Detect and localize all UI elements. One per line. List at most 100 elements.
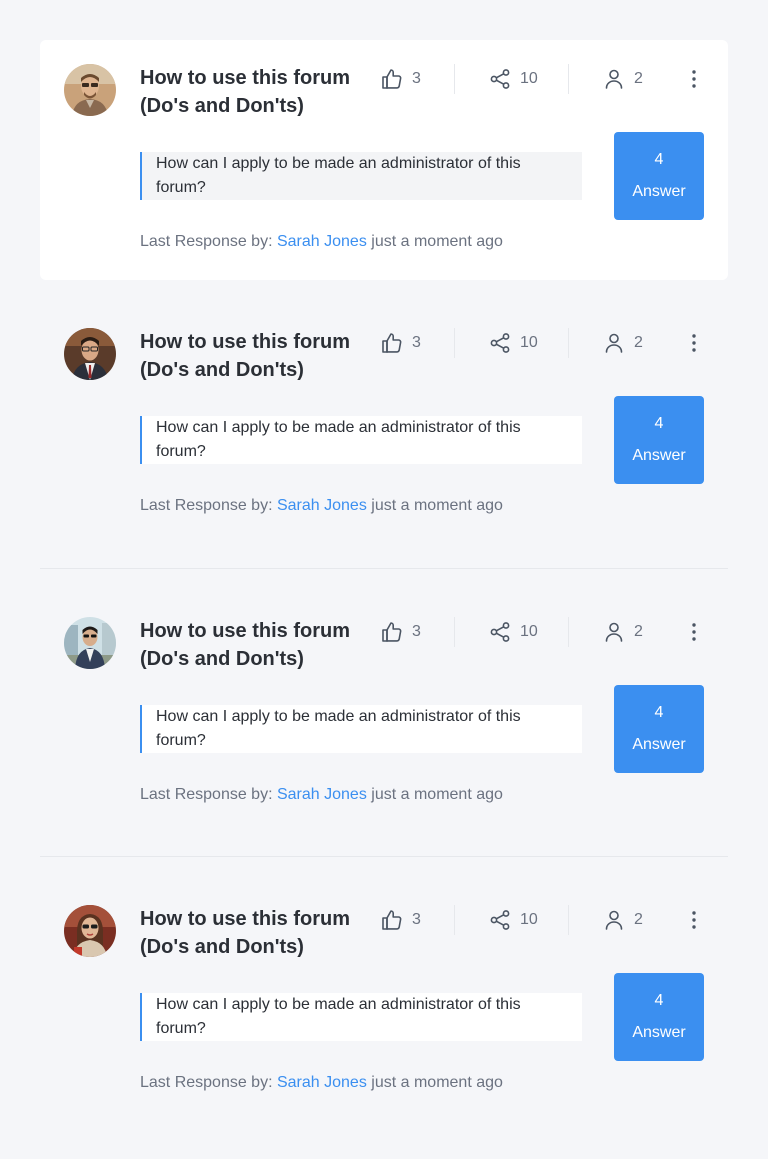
share-stat[interactable]: 10: [488, 64, 538, 94]
like-count: 3: [412, 911, 421, 928]
last-response: Last Response by: Sarah Jones just a mom…: [140, 786, 503, 804]
answer-button[interactable]: 4 Answer: [614, 973, 704, 1061]
forum-post-card[interactable]: How to use this forum (Do's and Don'ts) …: [40, 40, 728, 280]
post-title-line: (Do's and Don'ts): [140, 648, 304, 670]
post-excerpt: How can I apply to be made an administra…: [140, 152, 582, 200]
like-stat[interactable]: 3: [380, 64, 421, 94]
forum-post-card[interactable]: How to use this forum (Do's and Don'ts) …: [40, 593, 728, 833]
participants-stat[interactable]: 2: [602, 617, 643, 647]
share-count: 10: [520, 70, 538, 87]
stat-divider: [568, 64, 569, 94]
answer-label: Answer: [632, 736, 686, 753]
participants-stat[interactable]: 2: [602, 905, 643, 935]
more-options-button[interactable]: [682, 67, 706, 91]
post-excerpt: How can I apply to be made an administra…: [140, 416, 582, 464]
thumbs-up-icon: [380, 67, 404, 91]
share-count: 10: [520, 334, 538, 351]
post-title-line: How to use this forum: [140, 620, 350, 642]
like-stat[interactable]: 3: [380, 617, 421, 647]
last-response-author-link[interactable]: Sarah Jones: [277, 786, 367, 803]
post-title-line: (Do's and Don'ts): [140, 936, 304, 958]
more-vertical-icon: [692, 911, 696, 929]
share-icon: [488, 67, 512, 91]
participant-count: 2: [634, 623, 643, 640]
more-vertical-icon: [692, 70, 696, 88]
last-response-time: just a moment ago: [371, 233, 503, 250]
answer-button[interactable]: 4 Answer: [614, 396, 704, 484]
more-vertical-icon: [692, 623, 696, 641]
thumbs-up-icon: [380, 620, 404, 644]
answer-label: Answer: [632, 183, 686, 200]
more-options-button[interactable]: [682, 620, 706, 644]
last-response-prefix: Last Response by:: [140, 497, 273, 514]
participant-count: 2: [634, 911, 643, 928]
last-response-time: just a moment ago: [371, 786, 503, 803]
thumbs-up-icon: [380, 908, 404, 932]
stat-divider: [454, 617, 455, 647]
post-title-line: (Do's and Don'ts): [140, 359, 304, 381]
answer-count: 4: [654, 704, 664, 721]
last-response: Last Response by: Sarah Jones just a mom…: [140, 1074, 503, 1092]
participant-count: 2: [634, 70, 643, 87]
post-divider: [40, 856, 728, 857]
last-response-time: just a moment ago: [371, 1074, 503, 1091]
like-count: 3: [412, 623, 421, 640]
last-response-time: just a moment ago: [371, 497, 503, 514]
last-response-author-link[interactable]: Sarah Jones: [277, 497, 367, 514]
more-options-button[interactable]: [682, 331, 706, 355]
post-title-line: How to use this forum: [140, 908, 350, 930]
share-icon: [488, 908, 512, 932]
user-icon: [602, 67, 626, 91]
share-count: 10: [520, 623, 538, 640]
post-excerpt: How can I apply to be made an administra…: [140, 705, 582, 753]
share-count: 10: [520, 911, 538, 928]
avatar[interactable]: [64, 328, 116, 380]
last-response-prefix: Last Response by:: [140, 233, 273, 250]
more-vertical-icon: [692, 334, 696, 352]
post-title-line: (Do's and Don'ts): [140, 95, 304, 117]
last-response: Last Response by: Sarah Jones just a mom…: [140, 497, 503, 515]
like-stat[interactable]: 3: [380, 328, 421, 358]
more-options-button[interactable]: [682, 908, 706, 932]
forum-post-card[interactable]: How to use this forum (Do's and Don'ts) …: [40, 304, 728, 544]
post-title[interactable]: How to use this forum (Do's and Don'ts): [140, 617, 370, 673]
post-title-line: How to use this forum: [140, 331, 350, 353]
like-count: 3: [412, 70, 421, 87]
answer-button[interactable]: 4 Answer: [614, 685, 704, 773]
forum-post-card[interactable]: How to use this forum (Do's and Don'ts) …: [40, 881, 728, 1121]
answer-count: 4: [654, 151, 664, 168]
share-stat[interactable]: 10: [488, 328, 538, 358]
last-response-author-link[interactable]: Sarah Jones: [277, 233, 367, 250]
answer-count: 4: [654, 992, 664, 1009]
post-excerpt: How can I apply to be made an administra…: [140, 993, 582, 1041]
avatar[interactable]: [64, 64, 116, 116]
user-icon: [602, 908, 626, 932]
participant-count: 2: [634, 334, 643, 351]
stat-divider: [568, 328, 569, 358]
last-response: Last Response by: Sarah Jones just a mom…: [140, 233, 503, 251]
share-icon: [488, 331, 512, 355]
stat-divider: [454, 905, 455, 935]
last-response-prefix: Last Response by:: [140, 1074, 273, 1091]
like-stat[interactable]: 3: [380, 905, 421, 935]
participants-stat[interactable]: 2: [602, 64, 643, 94]
last-response-author-link[interactable]: Sarah Jones: [277, 1074, 367, 1091]
like-count: 3: [412, 334, 421, 351]
avatar[interactable]: [64, 905, 116, 957]
post-title[interactable]: How to use this forum (Do's and Don'ts): [140, 905, 370, 961]
thumbs-up-icon: [380, 331, 404, 355]
answer-count: 4: [654, 415, 664, 432]
stat-divider: [568, 905, 569, 935]
participants-stat[interactable]: 2: [602, 328, 643, 358]
post-title[interactable]: How to use this forum (Do's and Don'ts): [140, 328, 370, 384]
answer-label: Answer: [632, 1024, 686, 1041]
share-icon: [488, 620, 512, 644]
user-icon: [602, 331, 626, 355]
answer-button[interactable]: 4 Answer: [614, 132, 704, 220]
share-stat[interactable]: 10: [488, 905, 538, 935]
share-stat[interactable]: 10: [488, 617, 538, 647]
post-title[interactable]: How to use this forum (Do's and Don'ts): [140, 64, 370, 120]
answer-label: Answer: [632, 447, 686, 464]
avatar[interactable]: [64, 617, 116, 669]
post-divider: [40, 568, 728, 569]
